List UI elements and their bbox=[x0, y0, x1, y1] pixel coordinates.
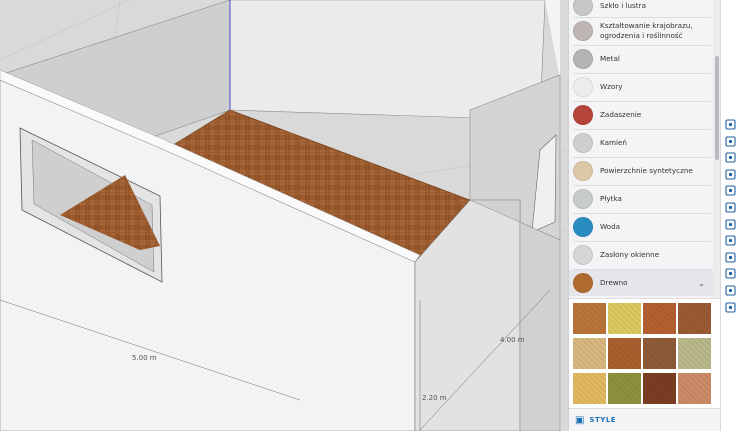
tile-icon bbox=[573, 189, 593, 209]
dimension-label-depth: 4.00 m bbox=[500, 336, 525, 344]
list-divider bbox=[573, 45, 711, 46]
material-category-label: Kształtowanie krajobrazu, ogrodzenia i r… bbox=[600, 21, 693, 40]
chevron-down-icon[interactable]: ⌄ bbox=[698, 279, 705, 288]
patterns-icon bbox=[573, 77, 593, 97]
material-category-5[interactable]: Kamień bbox=[569, 130, 713, 156]
material-category-label: Płytka bbox=[600, 194, 622, 203]
stone-icon bbox=[573, 133, 593, 153]
texture-swatch[interactable] bbox=[643, 338, 676, 369]
material-category-7[interactable]: Płytka bbox=[569, 186, 713, 212]
texture-swatch[interactable] bbox=[678, 303, 711, 334]
list-divider bbox=[573, 73, 711, 74]
material-category-1[interactable]: Kształtowanie krajobrazu, ogrodzenia i r… bbox=[569, 18, 713, 44]
materials-icon[interactable] bbox=[724, 166, 737, 180]
material-category-label: Zadaszenie bbox=[600, 110, 642, 119]
display-icon[interactable] bbox=[724, 265, 737, 279]
texture-grid bbox=[569, 298, 721, 410]
material-category-2[interactable]: Metal bbox=[569, 46, 713, 72]
water-icon bbox=[573, 217, 593, 237]
material-category-label: Powierzchnie syntetyczne bbox=[600, 166, 693, 175]
material-category-label: Wzory bbox=[600, 82, 623, 91]
material-category-6[interactable]: Powierzchnie syntetyczne bbox=[569, 158, 713, 184]
scene-canvas[interactable]: 5.00 m 4.00 m 2.20 m bbox=[0, 0, 568, 431]
list-divider bbox=[573, 269, 711, 270]
material-category-label: Szkło i lustra bbox=[600, 1, 646, 10]
landscape-icon bbox=[573, 21, 593, 41]
texture-swatch[interactable] bbox=[608, 373, 641, 404]
texture-swatch[interactable] bbox=[608, 338, 641, 369]
right-tool-rail bbox=[720, 0, 739, 431]
tags-icon[interactable] bbox=[724, 216, 737, 230]
material-category-list: Szkło i lustra Kształtowanie krajobrazu, … bbox=[569, 0, 713, 298]
metal-icon bbox=[573, 49, 593, 69]
synthetic-icon bbox=[573, 161, 593, 181]
texture-swatch[interactable] bbox=[608, 303, 641, 334]
texture-swatch[interactable] bbox=[573, 373, 606, 404]
list-divider bbox=[573, 17, 711, 18]
material-category-label: Zasłony okienne bbox=[600, 250, 660, 259]
list-divider bbox=[573, 129, 711, 130]
3d-viewport[interactable]: 5.00 m 4.00 m 2.20 m bbox=[0, 0, 568, 431]
material-category-4[interactable]: Zadaszenie bbox=[569, 102, 713, 128]
style-section-header[interactable]: ▣ STYLE bbox=[569, 408, 721, 431]
list-divider bbox=[573, 101, 711, 102]
texture-swatch[interactable] bbox=[573, 338, 606, 369]
scenes-icon[interactable] bbox=[724, 232, 737, 246]
material-category-label: Drewno bbox=[600, 278, 628, 287]
texture-swatch[interactable] bbox=[643, 373, 676, 404]
info-icon[interactable] bbox=[724, 282, 737, 296]
glass-icon bbox=[573, 0, 593, 16]
outliner-icon[interactable] bbox=[724, 249, 737, 263]
materials-scrollbar-thumb[interactable] bbox=[715, 56, 719, 160]
material-category-label: Kamień bbox=[600, 138, 627, 147]
styles-icon[interactable] bbox=[724, 182, 737, 196]
instructor-icon[interactable] bbox=[724, 133, 737, 147]
material-category-9[interactable]: Zasłony okienne bbox=[569, 242, 713, 268]
material-category-label: Woda bbox=[600, 222, 621, 231]
materials-panel: Szkło i lustra Kształtowanie krajobrazu, … bbox=[568, 0, 721, 431]
curtains-icon bbox=[573, 245, 593, 265]
dimension-label-width: 5.00 m bbox=[132, 354, 157, 362]
style-icon: ▣ bbox=[575, 414, 585, 426]
report-icon[interactable] bbox=[724, 299, 737, 313]
wood-icon bbox=[573, 273, 593, 293]
material-category-10[interactable]: Drewno ⌄ bbox=[569, 270, 713, 296]
roofing-icon bbox=[573, 105, 593, 125]
texture-swatch[interactable] bbox=[643, 303, 676, 334]
list-divider bbox=[573, 157, 711, 158]
dimension-label-height: 2.20 m bbox=[422, 394, 447, 402]
texture-swatch[interactable] bbox=[678, 338, 711, 369]
list-divider bbox=[573, 185, 711, 186]
material-category-0[interactable]: Szkło i lustra bbox=[569, 0, 713, 17]
entity-info-icon[interactable] bbox=[724, 116, 737, 130]
components-icon[interactable] bbox=[724, 149, 737, 163]
material-category-8[interactable]: Woda bbox=[569, 214, 713, 240]
style-label: STYLE bbox=[589, 416, 617, 424]
3d-warehouse-icon[interactable] bbox=[724, 199, 737, 213]
material-category-3[interactable]: Wzory bbox=[569, 74, 713, 100]
list-divider bbox=[573, 241, 711, 242]
texture-swatch[interactable] bbox=[678, 373, 711, 404]
list-divider bbox=[573, 213, 711, 214]
texture-swatch[interactable] bbox=[573, 303, 606, 334]
material-category-label: Metal bbox=[600, 54, 620, 63]
